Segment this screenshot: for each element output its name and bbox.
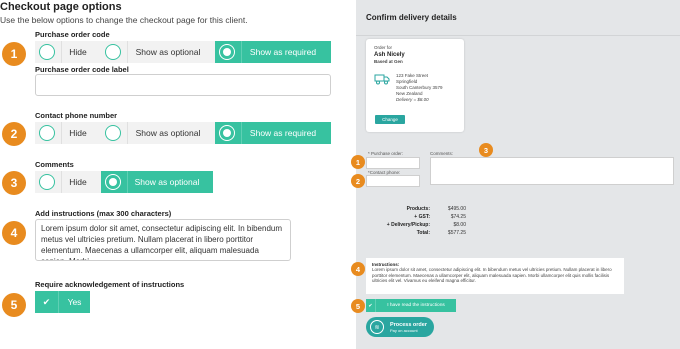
preview-badge-2: 2 [351, 174, 365, 188]
po-code-label: Purchase order code [35, 30, 110, 39]
truck-icon [374, 74, 390, 85]
preview-po-input[interactable] [366, 157, 420, 169]
recipient-company: Based at Gen [374, 59, 403, 64]
ack-label: Require acknowledgement of instructions [35, 280, 185, 289]
instructions-textarea[interactable]: Lorem ipsum dolor sit amet, consectetur … [35, 219, 291, 261]
preview-phone-input[interactable] [366, 175, 420, 187]
preview-badge-1: 1 [351, 155, 365, 169]
preview-comments-input[interactable] [430, 157, 674, 185]
check-icon: ✔ [35, 291, 59, 313]
page-title: Checkout page options [0, 1, 122, 13]
step-badge-5: 5 [2, 293, 26, 317]
instructions-label: Add instructions (max 300 characters) [35, 209, 172, 218]
read-instructions-button[interactable]: ✔ I have read the instructions [366, 299, 456, 312]
comments-option-optional[interactable]: Show as optional [101, 171, 213, 193]
po-code-options: Hide Show as optional Show as required [35, 41, 331, 63]
contact-phone-option-required[interactable]: Show as required [215, 122, 331, 144]
step-badge-3: 3 [2, 171, 26, 195]
po-code-option-hide[interactable]: Hide [35, 41, 101, 63]
radio-icon[interactable] [105, 44, 121, 60]
radio-selected-icon[interactable] [219, 44, 235, 60]
step-badge-4: 4 [2, 221, 26, 245]
radio-selected-icon[interactable] [105, 174, 121, 190]
radio-selected-icon[interactable] [219, 125, 235, 141]
check-icon: ✔ [366, 299, 376, 312]
preview-title: Confirm delivery details [366, 13, 457, 22]
radio-icon[interactable] [105, 125, 121, 141]
po-code-option-required[interactable]: Show as required [215, 41, 331, 63]
ack-yes-toggle[interactable]: ✔ Yes [35, 291, 90, 313]
order-for-label: Order for [374, 45, 393, 50]
process-order-button[interactable]: ≋ Process order Pay on account [366, 317, 434, 337]
preview-badge-3: 3 [479, 143, 493, 157]
step-badge-1: 1 [2, 42, 26, 66]
comments-option-hide[interactable]: Hide [35, 171, 101, 193]
change-address-button[interactable]: Change [375, 115, 405, 124]
po-code-label-input[interactable] [35, 74, 331, 96]
process-icon: ≋ [370, 320, 384, 334]
preview-instructions-text: Lorem ipsum dolor sit amet, consectetur … [372, 267, 612, 283]
order-totals: Products: $495.00 + GST: $74.25 + Delivery… [366, 205, 466, 237]
preview-comments-label: Comments: [430, 151, 454, 156]
po-code-label-field-label: Purchase order code label [35, 65, 129, 74]
recipient-name: Ash Nicely [374, 52, 405, 58]
contact-phone-option-hide[interactable]: Hide [35, 122, 101, 144]
radio-icon[interactable] [39, 174, 55, 190]
totals-row: + Delivery/Pickup: $8.00 [386, 222, 466, 228]
page-subtitle: Use the below options to change the chec… [0, 15, 248, 25]
step-badge-2: 2 [2, 122, 26, 146]
totals-row: + GST: $74.25 [414, 214, 466, 220]
contact-phone-options: Hide Show as optional Show as required [35, 122, 331, 144]
preview-header: Confirm delivery details [356, 0, 680, 36]
totals-row: Total: $577.25 [416, 230, 466, 236]
contact-phone-label: Contact phone number [35, 111, 118, 120]
delivery-card: Order for Ash Nicely Based at Gen 123 Fa… [366, 39, 464, 132]
radio-icon[interactable] [39, 44, 55, 60]
preview-badge-4: 4 [351, 262, 365, 276]
preview-po-label: * Purchase order: [368, 151, 404, 156]
totals-row: Products: $495.00 [406, 206, 466, 212]
preview-instructions: Instructions: Lorem ipsum dolor sit amet… [366, 258, 624, 294]
contact-phone-option-optional[interactable]: Show as optional [101, 122, 215, 144]
preview-badge-5: 5 [351, 299, 365, 313]
po-code-option-optional[interactable]: Show as optional [101, 41, 215, 63]
comments-options: Hide Show as optional [35, 171, 213, 193]
radio-icon[interactable] [39, 125, 55, 141]
comments-label: Comments [35, 160, 74, 169]
delivery-cost: Delivery = $8.00 [396, 97, 429, 102]
